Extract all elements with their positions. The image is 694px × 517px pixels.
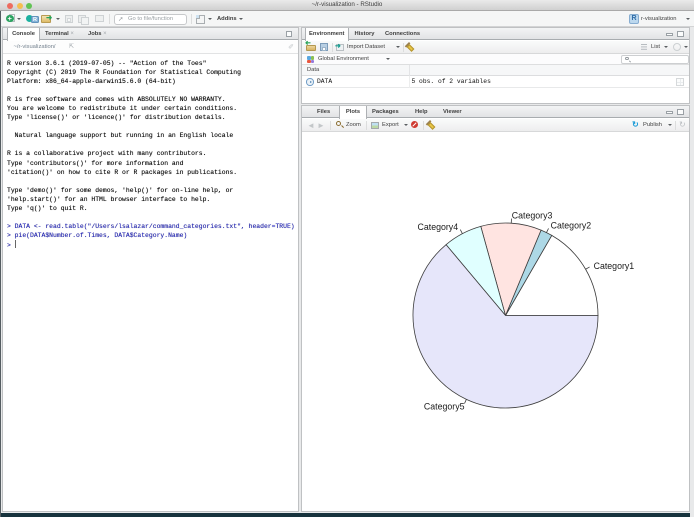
svg-text:Category2: Category2 — [551, 221, 592, 231]
svg-text:Category1: Category1 — [594, 261, 635, 271]
svg-text:Category3: Category3 — [512, 210, 553, 220]
svg-text:Category4: Category4 — [418, 222, 459, 232]
svg-text:Category5: Category5 — [424, 402, 465, 412]
